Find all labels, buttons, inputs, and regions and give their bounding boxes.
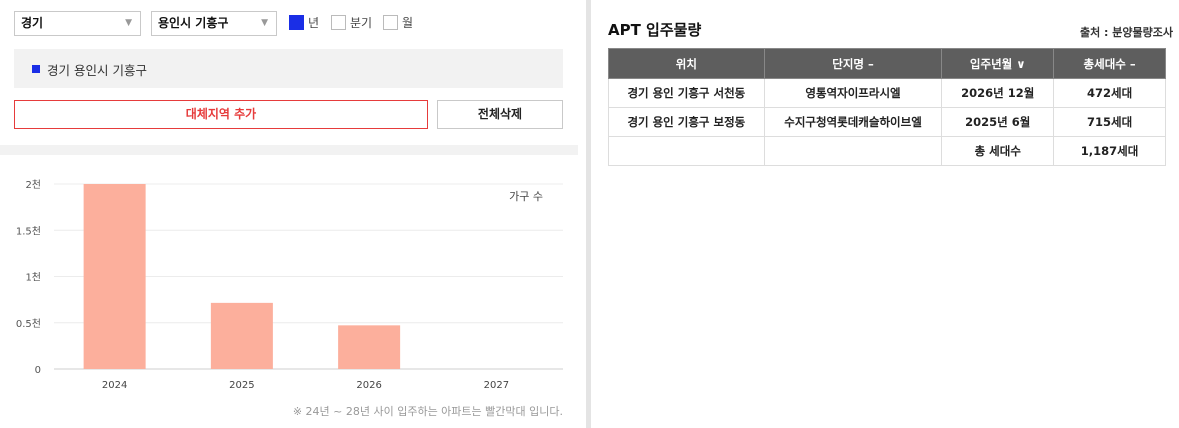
region-select-value: 경기 [21, 16, 44, 30]
right-panel: APT 입주물량 출처 : 분양물량조사 위치 단지명 – 입주년월 ∨ 총세대… [591, 0, 1179, 428]
table-row: 경기 용인 기흥구 서천동 영통역자이프라시엘 2026년 12월 472세대 [608, 78, 1166, 108]
col-header-move-in[interactable]: 입주년월 ∨ [941, 48, 1055, 79]
y-tick-label: 1.5천 [16, 225, 41, 237]
cell-total-units: 1,187세대 [1053, 136, 1166, 166]
cell-move-in: 2025년 6월 [941, 107, 1055, 137]
y-tick-label: 2천 [25, 179, 41, 191]
period-year-label: 년 [308, 16, 320, 30]
y-tick-label: 0 [35, 365, 41, 376]
x-tick-label: 2026 [356, 380, 381, 391]
supply-bar-chart: 0 0.5천 1천 1.5천 2천 2024 2025 2026 2027 가구 수 [16, 179, 563, 391]
period-quarter-checkbox[interactable]: 분기 [331, 15, 372, 32]
cell-units: 472세대 [1053, 78, 1166, 108]
cell-move-in: 2026년 12월 [941, 78, 1055, 108]
apt-source: 출처 : 분양물량조사 [1079, 26, 1173, 39]
y-tick-label: 0.5천 [16, 318, 41, 330]
table-row: 경기 용인 기흥구 보정동 수지구청역롯데캐슬하이브엘 2025년 6월 715… [608, 107, 1166, 137]
cell-complex: 영통역자이프라시엘 [763, 78, 943, 108]
col-header-location: 위치 [608, 48, 765, 79]
cell-location [608, 136, 765, 166]
checkbox-unchecked-icon [383, 15, 398, 30]
region-select[interactable]: 경기 ▼ [14, 11, 141, 36]
period-month-label: 월 [402, 16, 414, 30]
period-year-checkbox[interactable]: 년 [289, 15, 319, 32]
col-header-units[interactable]: 총세대수 – [1053, 48, 1166, 79]
chart-legend: 가구 수 [509, 190, 543, 203]
checkbox-checked-icon [289, 15, 304, 30]
x-tick-label: 2027 [484, 380, 509, 391]
cell-units: 715세대 [1053, 107, 1166, 137]
clear-all-button[interactable]: 전체삭제 [437, 100, 563, 129]
cell-complex: 수지구청역롯데캐슬하이브엘 [763, 107, 943, 137]
apt-title: APT 입주물량 [608, 21, 702, 39]
add-alternative-region-button[interactable]: 대체지역 추가 [14, 100, 428, 129]
table-header-row: 위치 단지명 – 입주년월 ∨ 총세대수 – [608, 48, 1166, 79]
col-header-complex[interactable]: 단지명 – [763, 48, 943, 79]
selected-region-box: 경기 용인시 기흥구 [14, 49, 563, 88]
x-tick-label: 2024 [102, 380, 127, 391]
bar-2026[interactable] [338, 325, 401, 369]
y-tick-label: 1천 [25, 272, 41, 284]
series-color-square-icon [32, 65, 40, 73]
cell-complex [763, 136, 943, 166]
chevron-down-icon: ▼ [125, 18, 132, 28]
period-month-checkbox[interactable]: 월 [383, 15, 413, 32]
left-panel: 경기 ▼ 용인시 기흥구 ▼ 년 분기 월 경기 용인시 기흥구 대체지역 추가… [0, 0, 583, 428]
cell-location: 경기 용인 기흥구 보정동 [608, 107, 765, 137]
chevron-down-icon: ▼ [261, 18, 268, 28]
table-total-row: 총 세대수 1,187세대 [608, 136, 1166, 166]
bar-2024[interactable] [83, 184, 146, 369]
cell-total-label: 총 세대수 [941, 136, 1055, 166]
section-divider [0, 145, 578, 155]
bar-2025[interactable] [210, 302, 273, 369]
checkbox-unchecked-icon [331, 15, 346, 30]
subregion-select[interactable]: 용인시 기흥구 ▼ [151, 11, 277, 36]
selected-region-label: 경기 용인시 기흥구 [47, 63, 147, 78]
x-tick-label: 2025 [229, 380, 254, 391]
chart-footnote: ※ 24년 ~ 28년 사이 입주하는 아파트는 빨간막대 입니다. [292, 405, 563, 418]
apt-table: 위치 단지명 – 입주년월 ∨ 총세대수 – 경기 용인 기흥구 서천동 영통역… [608, 48, 1166, 166]
subregion-select-value: 용인시 기흥구 [158, 16, 229, 30]
cell-location: 경기 용인 기흥구 서천동 [608, 78, 765, 108]
period-quarter-label: 분기 [350, 16, 373, 30]
